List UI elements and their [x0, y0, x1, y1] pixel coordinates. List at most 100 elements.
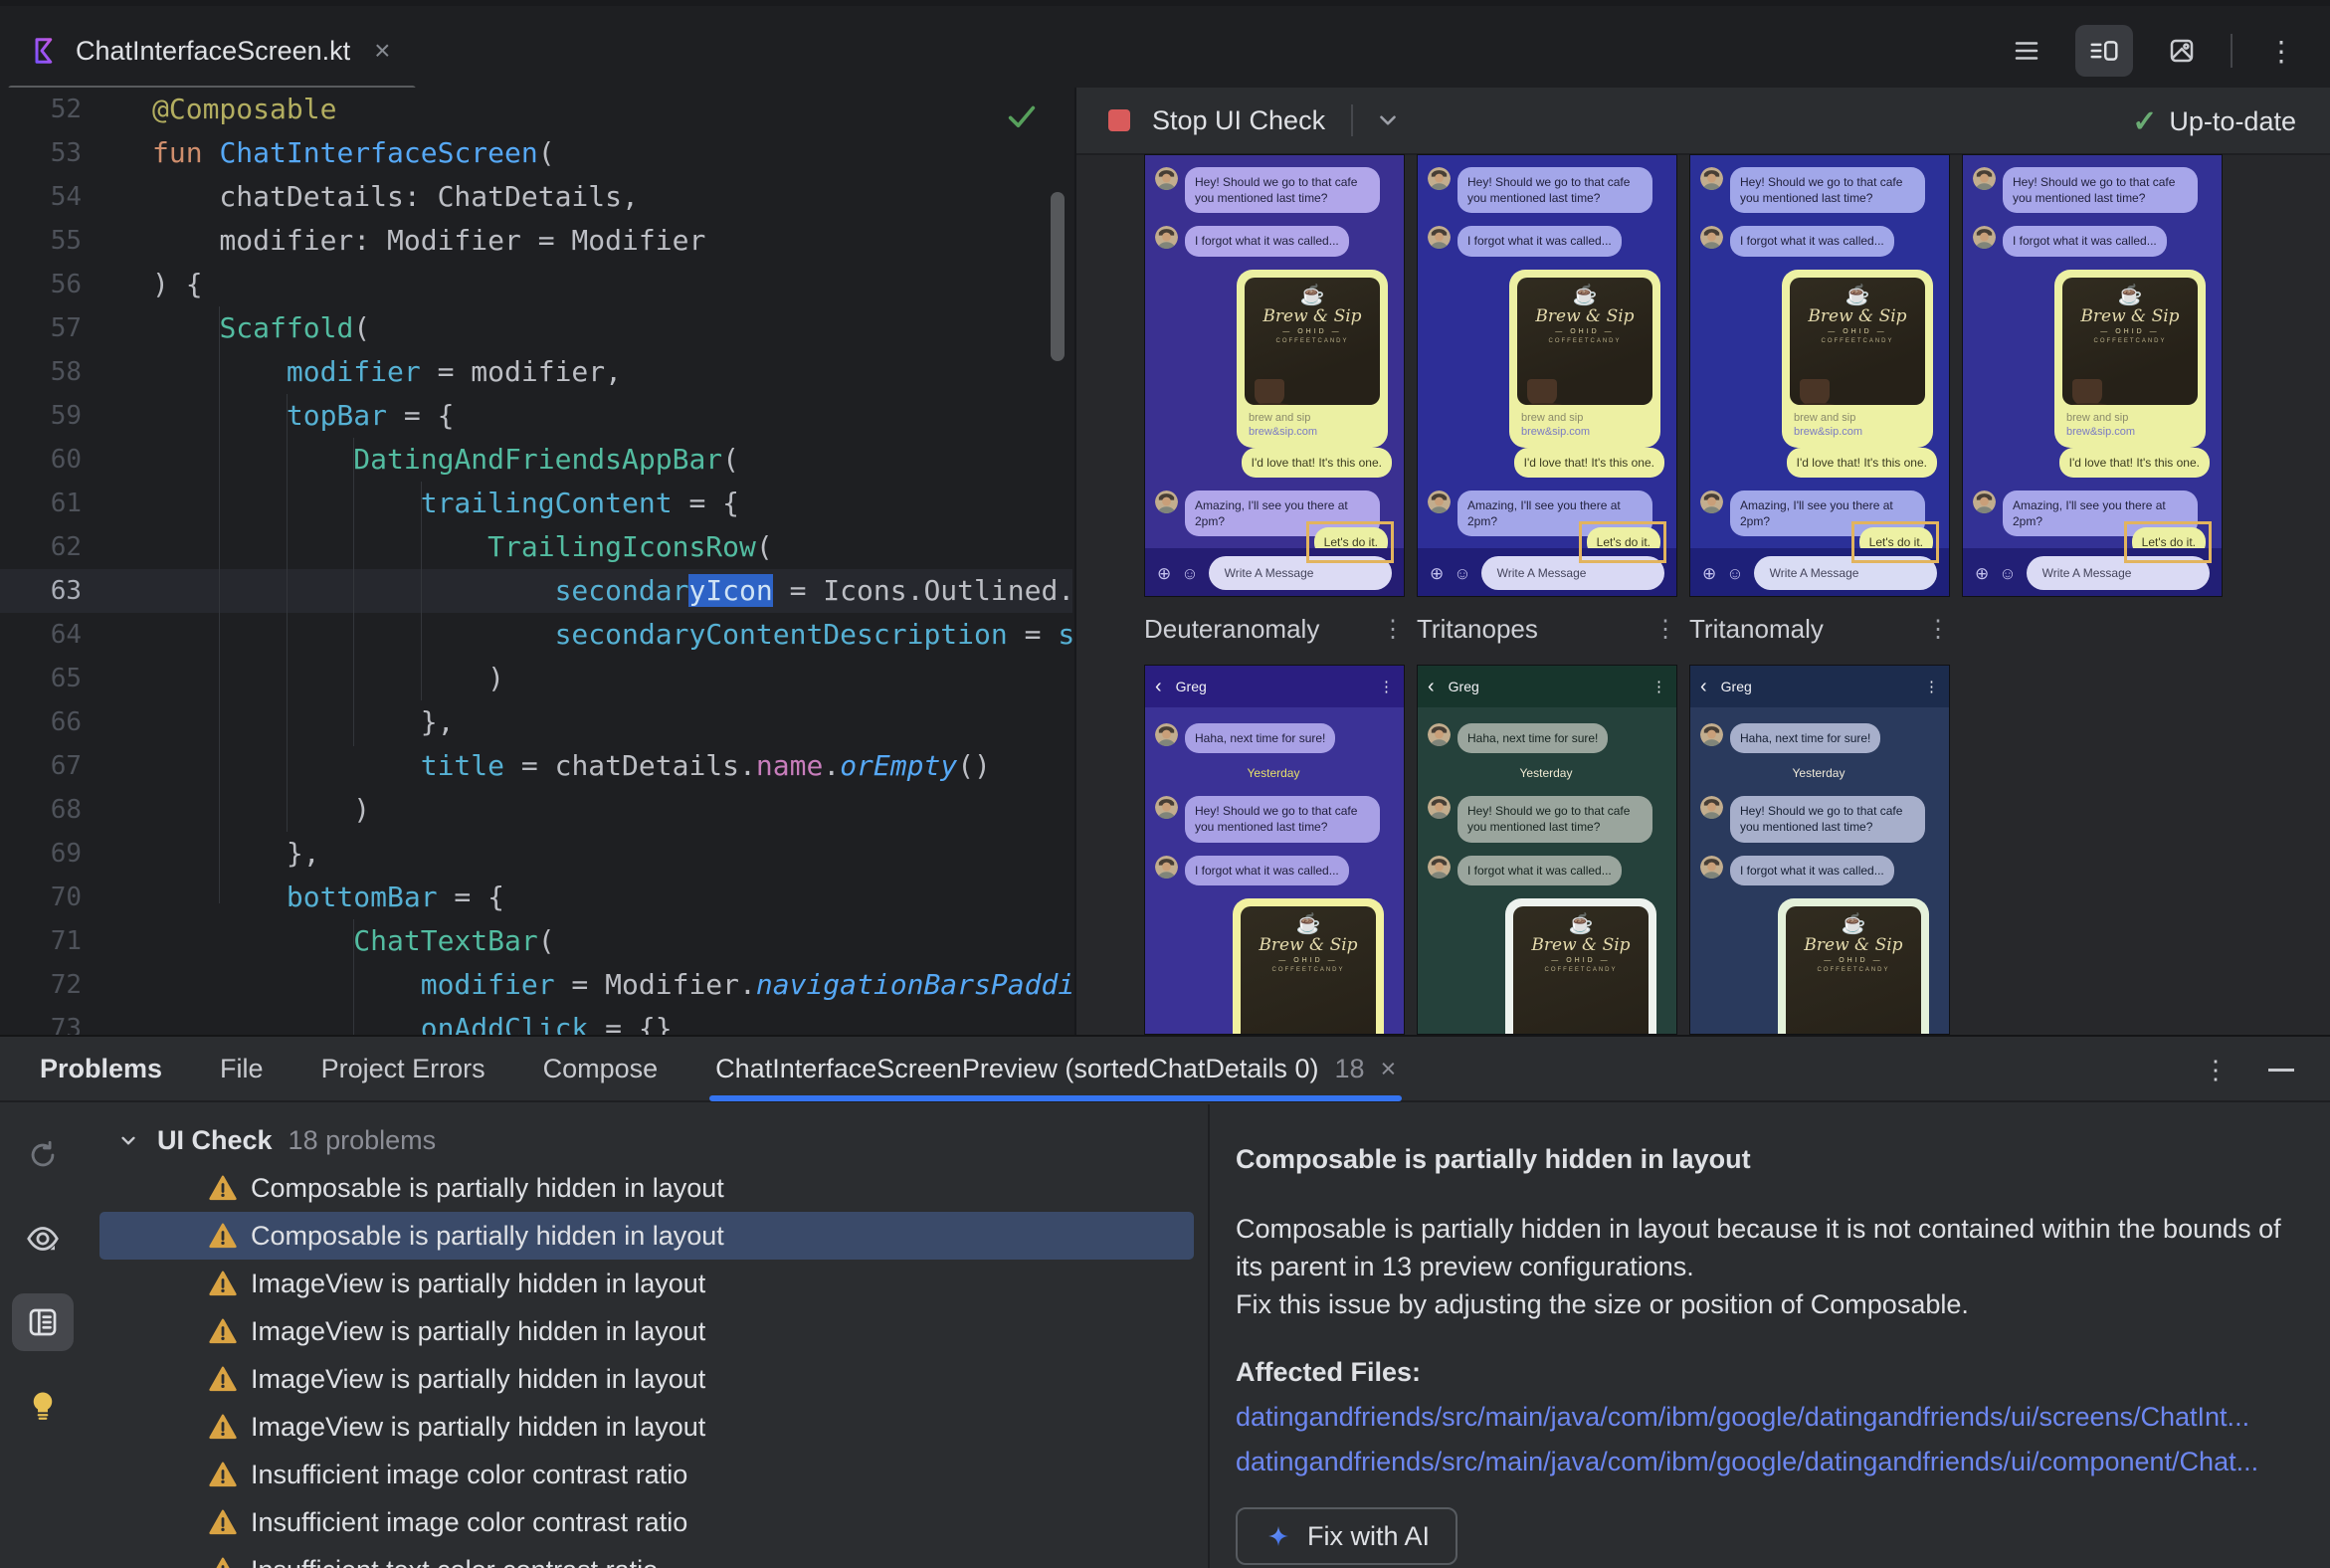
avatar [1700, 490, 1723, 513]
emoji-icon[interactable]: ☺ [1726, 565, 1743, 582]
add-attachment-icon[interactable]: ⊕ [1702, 565, 1716, 582]
code-line[interactable]: 70 bottomBar = { [0, 876, 1072, 919]
preview-phone[interactable]: Hey! Should we go to that cafe you menti… [1689, 154, 1950, 597]
chat-menu-icon[interactable]: ⋮ [1651, 678, 1666, 695]
code-line[interactable]: 54 chatDetails: ChatDetails, [0, 175, 1072, 219]
chat-bubble-incoming: Haha, next time for sure! [1457, 723, 1609, 754]
tab-file[interactable]: File [220, 1054, 264, 1084]
tab-close-icon[interactable]: × [374, 35, 390, 67]
more-options-icon[interactable]: ⋮ [2252, 25, 2310, 77]
preview-menu-icon[interactable]: ⋮ [1381, 615, 1405, 644]
problem-row[interactable]: Composable is partially hidden in layout [99, 1164, 1194, 1212]
affected-file-link[interactable]: datingandfriends/src/main/java/com/ibm/g… [1236, 1402, 2330, 1433]
problem-row[interactable]: ImageView is partially hidden in layout [99, 1355, 1194, 1403]
code-line[interactable]: 57 Scaffold( [0, 306, 1072, 350]
code-line[interactable]: 59 topBar = { [0, 394, 1072, 438]
panel-options-icon[interactable]: ⋮ [2203, 1055, 2229, 1085]
tab-chatinterfacescreen[interactable]: ChatInterfaceScreen.kt × [22, 22, 401, 80]
card-url: brew&sip.com [1794, 425, 1863, 438]
problem-row[interactable]: Composable is partially hidden in layout [99, 1212, 1194, 1260]
code-line[interactable]: 52 @Composable [0, 88, 1072, 131]
emoji-icon[interactable]: ☺ [1999, 565, 2016, 582]
code-line[interactable]: 62 TrailingIconsRow( [0, 525, 1072, 569]
affected-file-link[interactable]: datingandfriends/src/main/java/com/ibm/g… [1236, 1447, 2330, 1477]
chat-app-bar: ‹ Greg ⋮ [1418, 666, 1676, 707]
code-line[interactable]: 71 ChatTextBar( [0, 919, 1072, 963]
code-line[interactable]: 55 modifier: Modifier = Modifier [0, 219, 1072, 263]
code-line[interactable]: 73 onAddClick = {} [0, 1007, 1072, 1035]
problem-row[interactable]: ImageView is partially hidden in layout [99, 1260, 1194, 1307]
fix-with-ai-button[interactable]: Fix with AI [1236, 1507, 1458, 1566]
preview-phone[interactable]: Hey! Should we go to that cafe you menti… [1417, 154, 1677, 597]
code-view-button[interactable] [1998, 25, 2055, 77]
problem-row[interactable]: ImageView is partially hidden in layout [99, 1403, 1194, 1451]
add-attachment-icon[interactable]: ⊕ [1430, 565, 1444, 582]
code-line[interactable]: 63 secondaryIcon = Icons.Outlined.More [0, 569, 1072, 613]
avatar [1700, 855, 1723, 879]
emoji-icon[interactable]: ☺ [1454, 565, 1470, 582]
add-attachment-icon[interactable]: ⊕ [1157, 565, 1171, 582]
coffee-cup-icon: ☕ [1299, 284, 1325, 306]
inspection-ok-icon[interactable] [1005, 99, 1039, 133]
stop-ui-check-button[interactable]: Stop UI Check [1152, 105, 1325, 136]
code-area[interactable]: 52 @Composable 53 fun ChatInterfaceScreen(5… [0, 88, 1072, 1035]
preview-phone[interactable]: ‹ Greg ⋮ Haha, next time for sure! Yeste… [1144, 665, 1405, 1035]
preview-phone[interactable]: Hey! Should we go to that cafe you menti… [1144, 154, 1405, 597]
code-line[interactable]: 68 ) [0, 788, 1072, 832]
warning-icon [209, 1414, 237, 1440]
code-line[interactable]: 72 modifier = Modifier.navigationBarsPad… [0, 963, 1072, 1007]
problem-description: Composable is partially hidden in layout… [1236, 1214, 2281, 1281]
indent-guide [219, 306, 220, 903]
tab-project-errors[interactable]: Project Errors [321, 1054, 485, 1084]
chevron-down-icon[interactable] [115, 1127, 141, 1153]
split-view-button[interactable] [2075, 25, 2133, 77]
back-icon[interactable]: ‹ [1700, 677, 1707, 696]
tab-preview-active[interactable]: ChatInterfaceScreenPreview (sortedChatDe… [709, 1036, 1403, 1101]
chat-bubble-incoming: I forgot what it was called... [1730, 226, 1894, 257]
problem-row[interactable]: Insufficient image color contrast ratio [99, 1498, 1194, 1546]
code-editor[interactable]: 52 @Composable 53 fun ChatInterfaceScreen(5… [0, 88, 1072, 1035]
code-line[interactable]: 56) { [0, 263, 1072, 306]
emoji-icon[interactable]: ☺ [1181, 565, 1198, 582]
problem-label: ImageView is partially hidden in layout [251, 1411, 706, 1442]
hide-panel-icon[interactable] [2268, 1068, 2294, 1072]
code-line[interactable]: 58 modifier = modifier, [0, 350, 1072, 394]
editor-scrollbar[interactable] [1051, 192, 1065, 361]
lightbulb-icon[interactable] [12, 1377, 74, 1435]
code-line[interactable]: 64 secondaryContentDescription = strin [0, 613, 1072, 657]
code-line[interactable]: 66 }, [0, 700, 1072, 744]
code-line[interactable]: 60 DatingAndFriendsAppBar( [0, 438, 1072, 482]
problem-row[interactable]: Insufficient text color contrast ratio [99, 1546, 1194, 1568]
add-attachment-icon[interactable]: ⊕ [1975, 565, 1989, 582]
view-options-eye-icon[interactable] [12, 1210, 74, 1268]
cafe-image: ☕ Brew & Sip — OHID — COFFEETCANDY [1790, 277, 1925, 405]
card-title: brew and sip [2066, 411, 2129, 424]
problem-row[interactable]: Insufficient image color contrast ratio [99, 1451, 1194, 1498]
problem-row[interactable]: ImageView is partially hidden in layout [99, 1307, 1194, 1355]
preview-menu-icon[interactable]: ⋮ [1653, 615, 1677, 644]
tab-compose[interactable]: Compose [543, 1054, 659, 1084]
details-panel-toggle[interactable] [12, 1293, 74, 1351]
problems-toolbar-strip [0, 1104, 86, 1568]
chat-menu-icon[interactable]: ⋮ [1924, 678, 1939, 695]
chat-menu-icon[interactable]: ⋮ [1379, 678, 1394, 695]
back-icon[interactable]: ‹ [1428, 677, 1435, 696]
rerun-check-button[interactable] [12, 1126, 74, 1184]
chat-bubble-incoming: I forgot what it was called... [1185, 855, 1349, 885]
chat-messages: Haha, next time for sure! Yesterday Hey!… [1418, 707, 1676, 1034]
preview-phone[interactable]: ‹ Greg ⋮ Haha, next time for sure! Yeste… [1417, 665, 1677, 1035]
preview-phone[interactable]: ‹ Greg ⋮ Haha, next time for sure! Yeste… [1689, 665, 1950, 1035]
preview-menu-icon[interactable]: ⋮ [1926, 615, 1950, 644]
code-line[interactable]: 67 title = chatDetails.name.orEmpty() [0, 744, 1072, 788]
code-line[interactable]: 65 ) [0, 657, 1072, 700]
chevron-down-icon[interactable] [1375, 107, 1401, 133]
tab-close-icon[interactable]: × [1381, 1054, 1397, 1084]
line-number: 52 [50, 95, 82, 124]
design-view-button[interactable] [2153, 25, 2211, 77]
code-line[interactable]: 61 trailingContent = { [0, 482, 1072, 525]
preview-phone[interactable]: Hey! Should we go to that cafe you menti… [1962, 154, 2223, 597]
back-icon[interactable]: ‹ [1155, 677, 1162, 696]
code-line[interactable]: 69 }, [0, 832, 1072, 876]
ui-check-group[interactable]: UI Check 18 problems [86, 1116, 1208, 1164]
code-line[interactable]: 53 fun ChatInterfaceScreen( [0, 131, 1072, 175]
